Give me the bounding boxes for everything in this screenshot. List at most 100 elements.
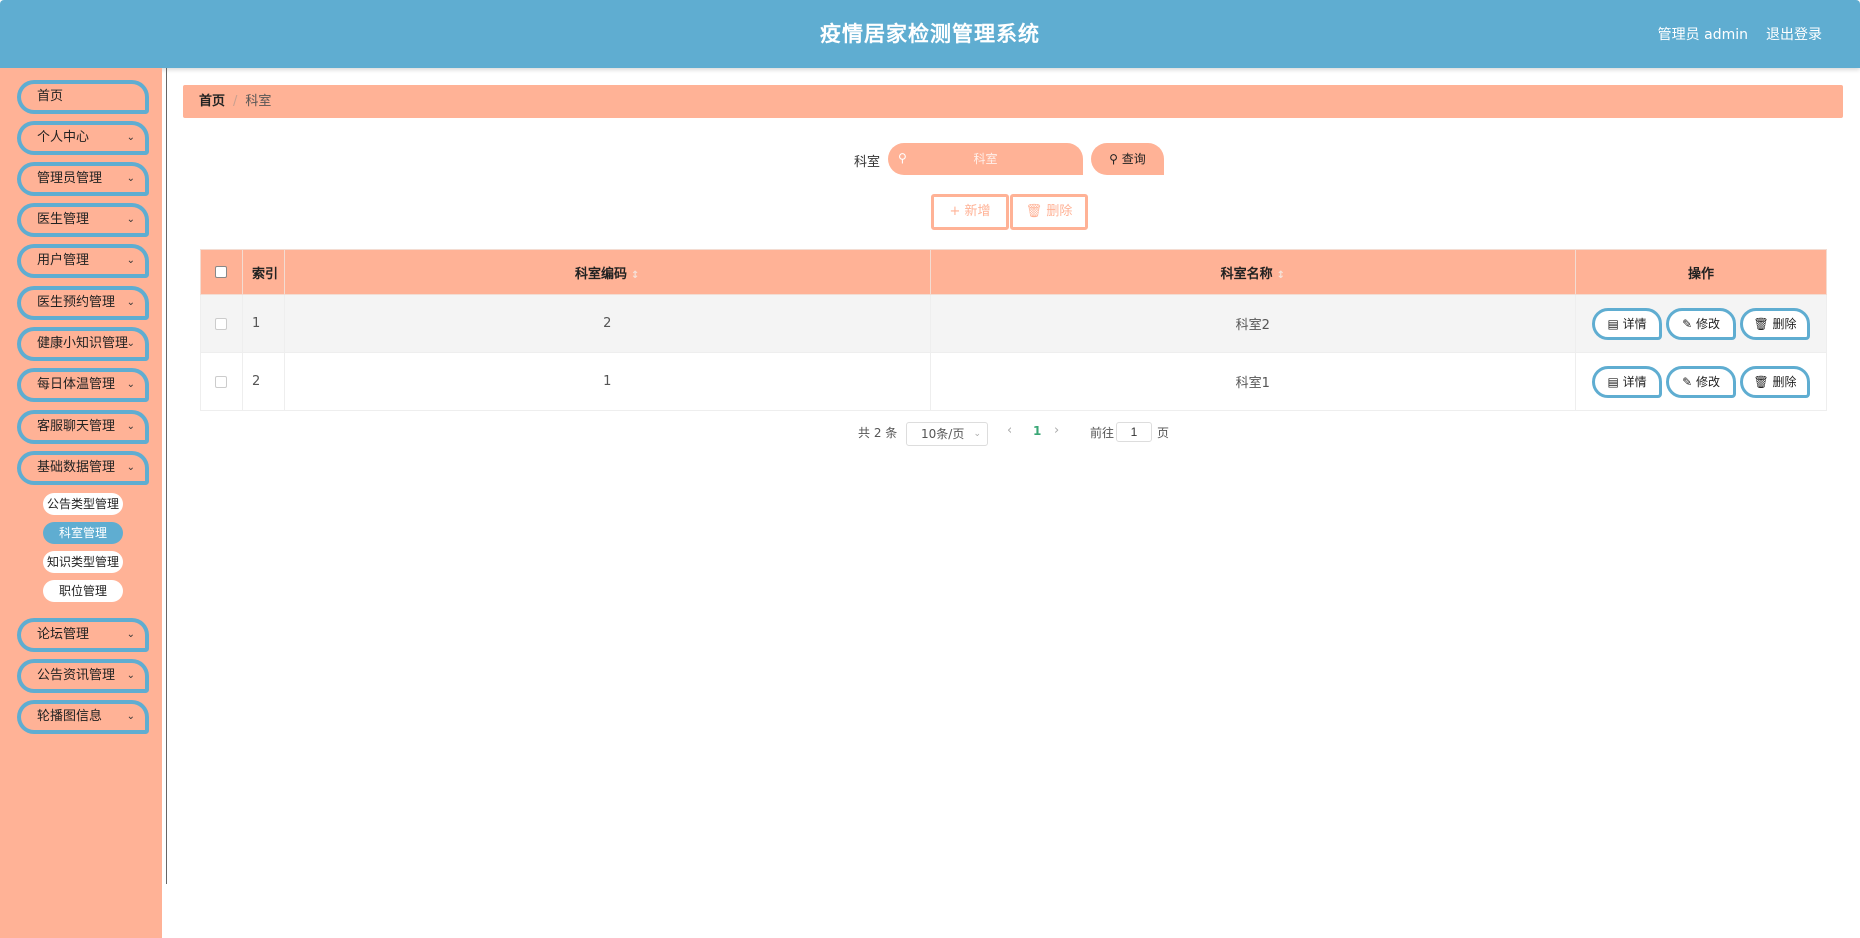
- page-size-select[interactable]: 10条/页 ⌄: [906, 422, 988, 446]
- detail-button[interactable]: ▤ 详情: [1592, 307, 1663, 340]
- header-index: 索引: [241, 249, 285, 295]
- pagination-total: 共 2 条: [858, 426, 898, 440]
- query-button-label: 查询: [1121, 152, 1146, 166]
- current-user: 管理员 admin: [1657, 27, 1748, 43]
- row-checkbox[interactable]: [215, 375, 228, 388]
- delete-button-label: 删除: [1046, 204, 1073, 219]
- chevron-down-icon: ⌄: [126, 132, 135, 143]
- row-name: 科室1: [929, 352, 1577, 411]
- trash-icon: 🗑︎: [1753, 316, 1769, 331]
- next-page-button[interactable]: ›: [1054, 423, 1059, 438]
- chevron-down-icon: ⌄: [126, 255, 135, 266]
- sidebar: 首页 个人中心 ⌄ 管理员管理 ⌄ 医生管理 ⌄ 用户管理 ⌄ 医生预约管理 ⌄ 健康小知…: [0, 68, 162, 938]
- row-index: 1: [241, 294, 285, 353]
- header-name[interactable]: 科室名称 ↕: [929, 249, 1577, 295]
- page-size-value: 10条/页: [921, 427, 965, 441]
- sidebar-item-label: 用户管理: [37, 253, 90, 268]
- edit-button[interactable]: ✎ 修改: [1666, 307, 1737, 340]
- sidebar-item-temperature-management[interactable]: 每日体温管理 ⌄: [17, 368, 149, 402]
- detail-label: 详情: [1622, 316, 1647, 331]
- sidebar-item-label: 医生管理: [37, 212, 90, 227]
- table-row: 1 2 科室2 ▤ 详情 ✎ 修改 🗑︎ 删除: [200, 294, 1827, 353]
- document-icon: ▤: [1607, 316, 1619, 331]
- row-select-cell: [200, 294, 243, 353]
- header-code[interactable]: 科室编码 ↕: [283, 249, 931, 295]
- sidebar-item-user-management[interactable]: 用户管理 ⌄: [17, 244, 149, 278]
- document-icon: ▤: [1607, 374, 1619, 389]
- row-delete-button[interactable]: 🗑︎ 删除: [1740, 307, 1811, 340]
- goto-label: 前往: [1090, 426, 1115, 440]
- chevron-down-icon: ⌄: [973, 429, 981, 439]
- sidebar-item-home[interactable]: 首页: [17, 80, 149, 114]
- submenu-item-position[interactable]: 职位管理: [43, 580, 123, 602]
- sidebar-item-label: 基础数据管理: [37, 460, 116, 475]
- row-actions: ▤ 详情 ✎ 修改 🗑︎ 删除: [1575, 352, 1827, 411]
- sidebar-item-label: 客服聊天管理: [37, 419, 116, 434]
- sidebar-item-news-management[interactable]: 公告资讯管理 ⌄: [17, 659, 149, 693]
- detail-button[interactable]: ▤ 详情: [1592, 365, 1663, 398]
- sidebar-item-label: 首页: [37, 89, 64, 104]
- edit-label: 修改: [1695, 374, 1720, 389]
- chevron-down-icon: ⌄: [126, 338, 135, 349]
- sidebar-item-basic-data-management[interactable]: 基础数据管理 ⌄: [17, 451, 149, 485]
- sidebar-item-personal-center[interactable]: 个人中心 ⌄: [17, 121, 149, 155]
- add-button[interactable]: + 新增: [931, 194, 1009, 230]
- chevron-down-icon: ⌄: [126, 711, 135, 722]
- table-row: 2 1 科室1 ▤ 详情 ✎ 修改 🗑︎ 删除: [200, 352, 1827, 411]
- breadcrumb-separator: /: [233, 94, 238, 109]
- search-input[interactable]: [888, 143, 1083, 175]
- sidebar-item-label: 每日体温管理: [37, 377, 116, 392]
- delete-label: 删除: [1772, 374, 1797, 389]
- add-button-label: 新增: [964, 204, 991, 219]
- sidebar-item-chat-management[interactable]: 客服聊天管理 ⌄: [17, 410, 149, 444]
- row-code: 1: [283, 352, 931, 411]
- sidebar-item-forum-management[interactable]: 论坛管理 ⌄: [17, 618, 149, 652]
- query-button[interactable]: ⚲ 查询: [1091, 143, 1164, 175]
- select-all-checkbox[interactable]: [215, 266, 228, 278]
- row-checkbox[interactable]: [215, 317, 228, 330]
- sidebar-item-health-tips-management[interactable]: 健康小知识管理 ⌄: [17, 327, 149, 361]
- submenu-item-knowledge-type[interactable]: 知识类型管理: [43, 551, 123, 573]
- trash-icon: 🗑︎: [1753, 374, 1769, 389]
- page-number-current[interactable]: 1: [1033, 424, 1041, 438]
- app-title: 疫情居家检测管理系统: [820, 22, 1040, 46]
- chevron-down-icon: ⌄: [126, 421, 135, 432]
- breadcrumb-current: 科室: [245, 94, 272, 109]
- sidebar-item-carousel-info[interactable]: 轮播图信息 ⌄: [17, 700, 149, 734]
- header-code-label: 科室编码: [575, 266, 628, 282]
- pencil-icon: ✎: [1682, 374, 1693, 389]
- goto-page-input[interactable]: [1116, 422, 1152, 442]
- header-name-label: 科室名称: [1220, 266, 1273, 282]
- page-unit-label: 页: [1157, 426, 1170, 440]
- sidebar-item-label: 管理员管理: [37, 171, 103, 186]
- logout-link[interactable]: 退出登录: [1766, 24, 1822, 44]
- header-operation: 操作: [1575, 249, 1827, 295]
- plus-icon: +: [949, 204, 961, 219]
- prev-page-button[interactable]: ‹: [1007, 423, 1012, 438]
- search-label: 科室: [854, 155, 881, 170]
- sidebar-item-doctor-management[interactable]: 医生管理 ⌄: [17, 203, 149, 237]
- row-delete-button[interactable]: 🗑︎ 删除: [1740, 365, 1811, 398]
- batch-delete-button[interactable]: 🗑︎ 删除: [1010, 194, 1088, 230]
- search-icon: ⚲: [898, 151, 907, 165]
- submenu-item-notice-type[interactable]: 公告类型管理: [43, 493, 123, 515]
- row-select-cell: [200, 352, 243, 411]
- trash-icon: 🗑︎: [1025, 204, 1043, 219]
- sidebar-item-label: 医生预约管理: [37, 295, 116, 310]
- sidebar-item-label: 论坛管理: [37, 627, 90, 642]
- chevron-down-icon: ⌄: [126, 379, 135, 390]
- breadcrumb-home[interactable]: 首页: [199, 94, 225, 109]
- edit-button[interactable]: ✎ 修改: [1666, 365, 1737, 398]
- sort-icon[interactable]: ↕: [1277, 270, 1285, 281]
- submenu-item-department[interactable]: 科室管理: [43, 522, 123, 544]
- sidebar-item-appointment-management[interactable]: 医生预约管理 ⌄: [17, 286, 149, 320]
- delete-label: 删除: [1772, 316, 1797, 331]
- row-name: 科室2: [929, 294, 1577, 353]
- sidebar-item-label: 健康小知识管理: [37, 336, 129, 351]
- sidebar-item-admin-management[interactable]: 管理员管理 ⌄: [17, 162, 149, 196]
- header-select-all[interactable]: [200, 249, 243, 295]
- chevron-down-icon: ⌄: [126, 670, 135, 681]
- chevron-down-icon: ⌄: [126, 214, 135, 225]
- sort-icon[interactable]: ↕: [631, 270, 639, 281]
- sidebar-item-label: 个人中心: [37, 130, 90, 145]
